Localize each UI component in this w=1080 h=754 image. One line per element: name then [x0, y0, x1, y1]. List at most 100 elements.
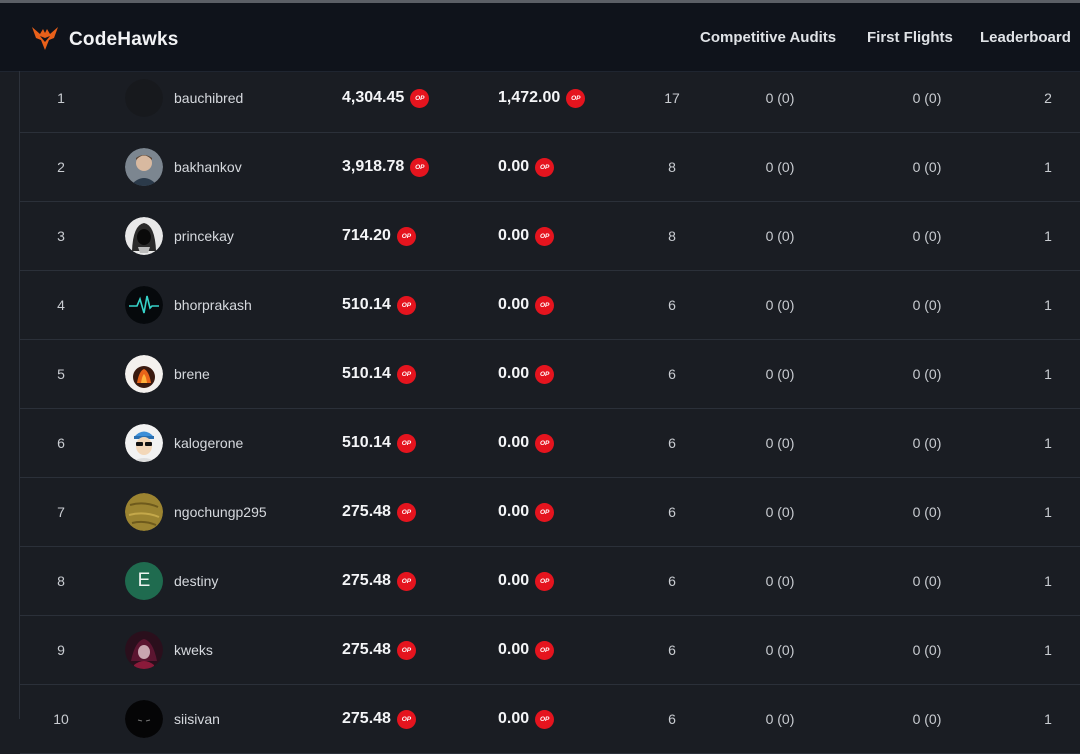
high-findings-cell: 0 (0) [765, 435, 795, 451]
rank-cell: 9 [57, 642, 65, 658]
username-link[interactable]: siisivan [174, 685, 220, 753]
nav-competitive-audits[interactable]: Competitive Audits [700, 29, 836, 46]
avatar-letter: E [137, 570, 151, 591]
medium-findings-cell: 0 (0) [912, 573, 942, 589]
heartbeat-avatar[interactable] [125, 286, 163, 324]
username-link[interactable]: kweks [174, 616, 213, 684]
fire-avatar[interactable] [125, 355, 163, 393]
high-findings-cell: 0 (0) [765, 711, 795, 727]
secondary-amount-cell: 0.00 OP [498, 202, 555, 270]
earnings-cell: 275.48 OP [342, 685, 416, 753]
secondary-amount-value: 0.00 [498, 227, 530, 244]
earnings-cell: 510.14 OP [342, 271, 416, 339]
earnings-value: 510.14 [342, 296, 391, 313]
secondary-amount-cell: 0.00 OP [498, 271, 555, 339]
table-row[interactable]: 7 ngochungp295 275.48 OP 0.00 OP 6 0 (0) 0… [20, 478, 1080, 547]
medium-findings-cell: 0 (0) [912, 504, 942, 520]
op-token-icon: OP [535, 433, 555, 453]
medium-findings-cell: 0 (0) [912, 228, 942, 244]
op-token-icon: OP [396, 709, 416, 729]
firsts-cell: 1 [1044, 366, 1052, 382]
firsts-cell: 1 [1044, 435, 1052, 451]
table-row[interactable]: 10 siisivan 275.48 OP 0.00 OP 6 0 (0) 0 (0… [20, 685, 1080, 754]
high-findings-cell: 0 (0) [765, 90, 795, 106]
high-findings-cell: 0 (0) [765, 573, 795, 589]
earnings-cell: 275.48 OP [342, 616, 416, 684]
op-token-icon: OP [535, 640, 555, 660]
anime-avatar[interactable] [125, 631, 163, 669]
secondary-amount-cell: 0.00 OP [498, 685, 555, 753]
gold-texture-avatar[interactable] [125, 493, 163, 531]
earnings-cell: 275.48 OP [342, 478, 416, 546]
username-link[interactable]: bakhankov [174, 133, 242, 201]
op-token-icon: OP [535, 226, 555, 246]
op-token-icon: OP [396, 433, 416, 453]
medium-findings-cell: 0 (0) [912, 642, 942, 658]
secondary-amount-value: 0.00 [498, 710, 530, 727]
high-findings-cell: 0 (0) [765, 642, 795, 658]
top-navbar: CodeHawks Competitive Audits First Fligh… [0, 3, 1080, 72]
nav-first-flights[interactable]: First Flights [867, 29, 953, 46]
table-row[interactable]: 8 E destiny 275.48 OP 0.00 OP 6 0 (0) 0 (0… [20, 547, 1080, 616]
high-findings-cell: 0 (0) [765, 228, 795, 244]
table-row[interactable]: 3 princekay 714.20 OP 0.00 OP 8 0 (0) 0 (0… [20, 202, 1080, 271]
submissions-cell: 6 [668, 297, 676, 313]
hawk-logo-icon [30, 22, 60, 57]
rank-cell: 2 [57, 159, 65, 175]
high-findings-cell: 0 (0) [765, 297, 795, 313]
secondary-amount-value: 0.00 [498, 503, 530, 520]
earnings-cell: 714.20 OP [342, 202, 416, 270]
table-row[interactable]: 5 brene 510.14 OP 0.00 OP 6 0 (0) 0 (0) 1 [20, 340, 1080, 409]
medium-findings-cell: 0 (0) [912, 159, 942, 175]
op-token-icon: OP [535, 157, 555, 177]
medium-findings-cell: 0 (0) [912, 366, 942, 382]
rank-cell: 6 [57, 435, 65, 451]
username-link[interactable]: kalogerone [174, 409, 243, 477]
table-row[interactable]: 9 kweks 275.48 OP 0.00 OP 6 0 (0) 0 (0) 1 [20, 616, 1080, 685]
op-token-icon: OP [410, 88, 430, 108]
blank-avatar[interactable] [125, 79, 163, 117]
logo[interactable]: CodeHawks [30, 22, 179, 57]
nav-leaderboard[interactable]: Leaderboard [980, 29, 1071, 46]
table-row[interactable]: 4 bhorprakash 510.14 OP 0.00 OP 6 0 (0) 0 … [20, 271, 1080, 340]
medium-findings-cell: 0 (0) [912, 711, 942, 727]
op-token-icon: OP [396, 571, 416, 591]
op-token-icon: OP [396, 226, 416, 246]
op-token-icon: OP [396, 640, 416, 660]
secondary-amount-value: 1,472.00 [498, 89, 561, 106]
earnings-cell: 275.48 OP [342, 547, 416, 615]
secondary-amount-cell: 1,472.00 OP [498, 64, 586, 132]
username-link[interactable]: princekay [174, 202, 234, 270]
cartoon-avatar[interactable] [125, 424, 163, 462]
dark-avatar[interactable] [125, 700, 163, 738]
secondary-amount-cell: 0.00 OP [498, 616, 555, 684]
username-link[interactable]: ngochungp295 [174, 478, 267, 546]
username-link[interactable]: bhorprakash [174, 271, 252, 339]
username-link[interactable]: bauchibred [174, 64, 243, 132]
username-link[interactable]: brene [174, 340, 210, 408]
firsts-cell: 1 [1044, 642, 1052, 658]
firsts-cell: 1 [1044, 297, 1052, 313]
firsts-cell: 2 [1044, 90, 1052, 106]
rank-cell: 10 [53, 711, 69, 727]
table-row[interactable]: 2 bakhankov 3,918.78 OP 0.00 OP 8 0 (0) 0 … [20, 133, 1080, 202]
hooded-figure-avatar[interactable] [125, 217, 163, 255]
op-token-icon: OP [410, 157, 430, 177]
submissions-cell: 17 [664, 90, 680, 106]
secondary-amount-cell: 0.00 OP [498, 409, 555, 477]
table-row[interactable]: 6 kalogerone 510.14 OP 0.00 OP 6 0 (0) 0 (… [20, 409, 1080, 478]
submissions-cell: 6 [668, 366, 676, 382]
op-token-icon: OP [396, 295, 416, 315]
photo-avatar[interactable] [125, 148, 163, 186]
brand-name: CodeHawks [69, 28, 179, 50]
secondary-amount-cell: 0.00 OP [498, 340, 555, 408]
high-findings-cell: 0 (0) [765, 504, 795, 520]
table-row[interactable]: 1 bauchibred 4,304.45 OP 1,472.00 OP 17 0 … [20, 64, 1080, 133]
secondary-amount-value: 0.00 [498, 434, 530, 451]
earnings-value: 275.48 [342, 641, 391, 658]
submissions-cell: 6 [668, 642, 676, 658]
secondary-amount-cell: 0.00 OP [498, 133, 555, 201]
secondary-amount-cell: 0.00 OP [498, 547, 555, 615]
letter-avatar[interactable]: E [125, 562, 163, 600]
username-link[interactable]: destiny [174, 547, 218, 615]
